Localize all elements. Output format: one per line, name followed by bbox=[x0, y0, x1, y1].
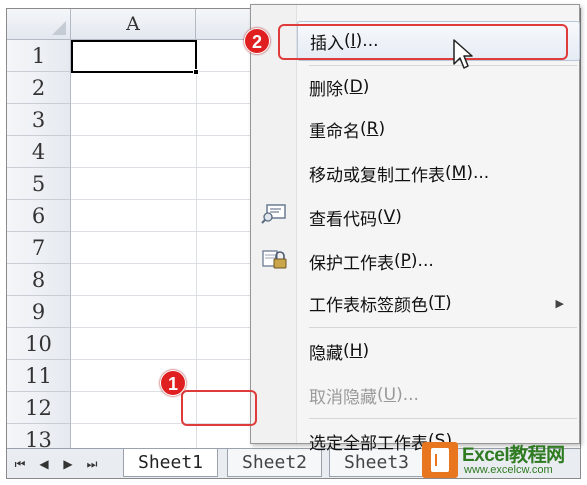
row-header-12[interactable]: 12 bbox=[7, 392, 71, 424]
menu-item-label: 选定全部工作表 bbox=[309, 433, 428, 454]
accelerator-key: H bbox=[349, 341, 363, 361]
callout-box-insert bbox=[278, 24, 568, 60]
menu-separator bbox=[309, 65, 577, 66]
menu-item-rename[interactable]: 重命名(R) bbox=[297, 109, 580, 149]
prev-sheet-icon[interactable]: ◀ bbox=[35, 457, 53, 471]
ellipsis: ... bbox=[402, 385, 419, 405]
menu-item-view-code[interactable]: 查看代码(V) bbox=[297, 197, 580, 237]
accelerator-key: M bbox=[451, 163, 467, 183]
column-header-a[interactable]: A bbox=[71, 9, 196, 40]
submenu-arrow-icon: ▶ bbox=[555, 296, 564, 310]
grid-row[interactable] bbox=[71, 328, 266, 360]
next-sheet-icon[interactable]: ▶ bbox=[59, 457, 77, 471]
accelerator-key: R bbox=[366, 119, 379, 139]
menu-item-tab-color[interactable]: 工作表标签颜色(T) ▶ bbox=[297, 283, 580, 323]
tab-navigation: ⏮ ◀ ▶ ⏭ bbox=[11, 453, 119, 475]
step-badge-2: 2 bbox=[244, 28, 270, 54]
menu-separator bbox=[309, 327, 577, 328]
row-header-4[interactable]: 4 bbox=[7, 136, 71, 168]
row-header-7[interactable]: 7 bbox=[7, 232, 71, 264]
select-all-triangle bbox=[52, 21, 66, 35]
grid-row[interactable] bbox=[71, 296, 266, 328]
menu-item-label: 移动或复制工作表 bbox=[309, 165, 445, 186]
accelerator-key: V bbox=[383, 207, 396, 227]
row-header-3[interactable]: 3 bbox=[7, 104, 71, 136]
menu-item-unhide: 取消隐藏(U)... bbox=[297, 375, 580, 415]
grid-row[interactable] bbox=[71, 136, 266, 168]
menu-item-label: 隐藏 bbox=[309, 343, 343, 364]
menu-item-label: 取消隐藏 bbox=[309, 387, 377, 408]
grid-row[interactable] bbox=[71, 104, 266, 136]
menu-item-delete[interactable]: 删除(D) bbox=[297, 67, 580, 107]
menu-item-hide[interactable]: 隐藏(H) bbox=[297, 331, 580, 371]
menu-item-label: 删除 bbox=[309, 79, 343, 100]
sheet-tab-context-menu: 插入(I)... 删除(D) 重命名(R) 移动或复制工作表(M)... 查看代… bbox=[250, 4, 580, 454]
row-header-6[interactable]: 6 bbox=[7, 200, 71, 232]
menu-separator bbox=[309, 418, 577, 419]
last-sheet-icon[interactable]: ⏭ bbox=[83, 457, 101, 472]
menu-item-label: 查看代码 bbox=[309, 209, 377, 230]
row-header-11[interactable]: 11 bbox=[7, 360, 71, 392]
fill-handle[interactable] bbox=[193, 69, 199, 75]
watermark-site: www.excelcw.com bbox=[464, 464, 553, 476]
watermark-brand: Excel教程网 bbox=[462, 445, 565, 466]
menu-item-move-or-copy[interactable]: 移动或复制工作表(M)... bbox=[297, 153, 580, 193]
row-header-5[interactable]: 5 bbox=[7, 168, 71, 200]
menu-item-label: 工作表标签颜色 bbox=[309, 295, 428, 316]
menu-item-protect-sheet[interactable]: 保护工作表(P)... bbox=[297, 241, 580, 281]
row-header-2[interactable]: 2 bbox=[7, 72, 71, 104]
grid-row[interactable] bbox=[71, 168, 266, 200]
ellipsis: ... bbox=[417, 251, 434, 271]
grid-row[interactable] bbox=[71, 200, 266, 232]
step-badge-1: 1 bbox=[160, 370, 186, 396]
menu-item-label: 重命名 bbox=[309, 121, 360, 142]
grid-row[interactable] bbox=[71, 72, 266, 104]
accelerator-key: D bbox=[349, 77, 363, 97]
watermark: Excel教程网 www.excelcw.com bbox=[422, 440, 584, 482]
row-header-8[interactable]: 8 bbox=[7, 264, 71, 296]
select-all-corner[interactable] bbox=[7, 9, 71, 40]
accelerator-key: P bbox=[400, 251, 411, 271]
first-sheet-icon[interactable]: ⏮ bbox=[11, 457, 29, 472]
grid-row[interactable] bbox=[71, 232, 266, 264]
view-code-icon bbox=[261, 204, 286, 224]
menu-item-label: 保护工作表 bbox=[309, 253, 394, 274]
active-cell-a1[interactable] bbox=[71, 40, 197, 73]
row-header-9[interactable]: 9 bbox=[7, 296, 71, 328]
accelerator-key: T bbox=[434, 293, 446, 313]
accelerator-key: U bbox=[383, 385, 397, 405]
row-header-1[interactable]: 1 bbox=[7, 40, 71, 72]
protect-sheet-icon bbox=[262, 250, 287, 269]
mouse-pointer-icon bbox=[453, 39, 473, 69]
ellipsis: ... bbox=[472, 163, 490, 183]
row-header-10[interactable]: 10 bbox=[7, 328, 71, 360]
sheet-tab-sheet1[interactable]: Sheet1 bbox=[123, 449, 219, 477]
grid-row[interactable] bbox=[71, 264, 266, 296]
watermark-logo-icon bbox=[422, 442, 458, 478]
callout-box-sheet-tab bbox=[181, 390, 257, 426]
